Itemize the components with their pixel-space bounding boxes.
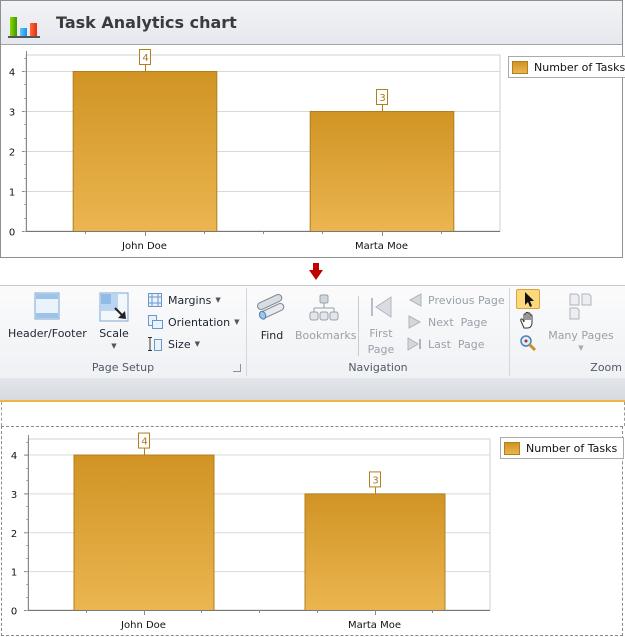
bar [72,71,218,232]
orientation-dropdown-icon: ▼ [234,318,240,326]
orientation-button[interactable]: Orientation ▼ [147,313,240,331]
first-page-icon [371,296,392,318]
pointer-icon [525,292,534,307]
previous-page-label: Previous Page [428,293,505,307]
orientation-label: Orientation [168,315,231,329]
last-page-label: Last Page [428,337,485,351]
navigation-group-label: Navigation [348,361,408,374]
bar-chart-preview: 0 1 2 3 4 4 John Doe 3 Marta Moe [11,432,491,631]
find-button[interactable]: Find [253,294,291,344]
previous-page-icon [408,293,422,307]
margins-label: Margins [168,293,212,307]
last-page-button[interactable]: Last Page [407,335,485,353]
many-pages-label: Many Pages [548,329,614,342]
bar-chart-top: 0 1 2 3 4 4 John Doe 3 Marta Moe [9,49,501,252]
last-page-icon [407,337,421,351]
group-navigation: Find Bookmarks First Page Previous Page … [247,286,509,377]
size-icon [148,337,162,351]
many-pages-dropdown-icon: ▼ [578,344,584,352]
chart-window: Task Analytics chart 0 1 2 3 4 4 John Doe 3 Mart… [0,0,625,258]
bookmarks-icon [309,294,339,321]
y-tick-label: 3 [9,108,15,119]
header-footer-button[interactable]: Header/Footer [8,292,87,342]
size-button[interactable]: Size ▼ [147,335,200,353]
zoom-magnifier-icon[interactable] [519,334,539,352]
bookmarks-button[interactable]: Bookmarks [295,294,357,344]
find-label: Find [260,329,284,342]
next-page-label: Next Page [428,315,488,329]
chart-legend-preview: Number of Tasks [500,437,625,459]
group-page-setup: Header/Footer Scale ▼ Margins ▼ Orientati… [0,286,246,377]
page-header-band [1,402,625,426]
value-label: 4 [141,437,147,448]
previous-page-button[interactable]: Previous Page [407,291,505,309]
first-page-button[interactable]: First Page [363,294,399,358]
x-category-label: Marta Moe [348,620,401,631]
first-page-label-line2: Page [367,343,395,356]
scale-label: Scale [99,327,129,340]
scale-button[interactable]: Scale ▼ [96,292,132,350]
header-footer-label: Header/Footer [8,327,87,340]
group-zoom: Many Pages ▼ Zoom [510,286,625,377]
size-label: Size [168,337,191,351]
nav-inner-separator [358,296,359,356]
margins-icon [148,293,162,307]
bar [309,111,455,232]
y-tick-label: 0 [11,607,17,618]
page-setup-dialog-launcher[interactable] [233,364,241,372]
binoculars-icon [257,294,285,320]
next-page-icon [408,315,422,329]
value-label: 4 [142,53,148,64]
orientation-icon [148,315,163,329]
document-preview: 0 1 2 3 4 4 John Doe 3 Marta Moe Number of Tasks [0,402,625,637]
x-category-label: Marta Moe [355,241,408,252]
zoom-group-label: Zoom [590,361,622,374]
arrow-down-icon [309,263,323,280]
first-page-label-line1: First [369,327,393,340]
many-pages-button[interactable]: Many Pages ▼ [548,292,614,352]
legend-label: Number of Tasks [534,60,625,74]
y-tick-label: 1 [11,568,17,579]
bar [73,454,215,611]
y-tick-label: 0 [9,228,15,239]
y-tick-label: 3 [11,490,17,501]
page-chart-band: 0 1 2 3 4 4 John Doe 3 Marta Moe Number of Tasks [1,426,625,636]
pointer-tool-button[interactable] [516,289,540,309]
page-setup-group-label: Page Setup [91,361,155,374]
window-title: Task Analytics chart [56,13,237,32]
bookmarks-label: Bookmarks [295,329,357,342]
y-tick-label: 4 [9,68,15,79]
header-footer-icon [34,292,60,320]
legend-swatch [512,60,528,74]
bar-chart-icon [8,17,40,38]
many-pages-icon [569,293,592,320]
ribbon: Header/Footer Scale ▼ Margins ▼ Orientati… [0,285,625,379]
x-category-label: John Doe [120,620,166,631]
window-header: Task Analytics chart [1,1,622,45]
margins-dropdown-icon: ▼ [215,296,221,304]
margins-button[interactable]: Margins ▼ [147,291,221,309]
legend-swatch [504,441,520,455]
y-tick-label: 2 [9,148,15,159]
scale-dropdown-icon: ▼ [111,342,117,350]
bar [304,493,446,611]
legend-label: Number of Tasks [526,441,618,455]
y-tick-label: 2 [11,529,17,540]
value-label: 3 [372,475,378,486]
next-page-button[interactable]: Next Page [407,313,487,331]
size-dropdown-icon: ▼ [194,340,200,348]
x-category-label: John Doe [121,241,167,252]
y-tick-label: 1 [9,188,15,199]
chart-legend: Number of Tasks [508,56,625,78]
value-label: 3 [379,93,385,104]
hand-tool-icon[interactable] [518,311,540,331]
y-tick-label: 4 [11,451,17,462]
scale-icon [99,292,129,322]
ribbon-status-strip [0,378,625,402]
